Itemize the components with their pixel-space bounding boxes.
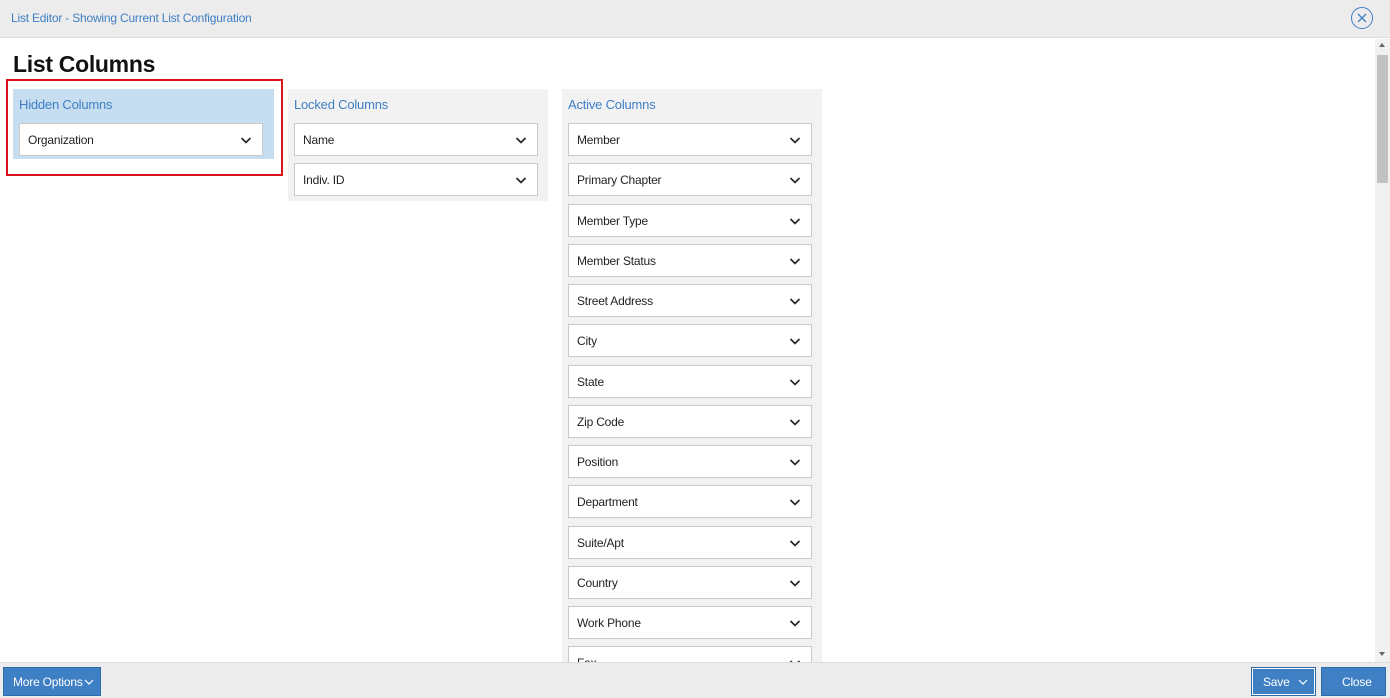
column-item[interactable]: Zip Code <box>568 404 812 438</box>
column-item[interactable]: Primary Chapter <box>568 163 812 197</box>
main-content: List Columns Hidden Columns Organization… <box>0 39 1375 662</box>
column-item-label: Department <box>577 495 638 510</box>
column-item[interactable]: Work Phone <box>568 606 812 639</box>
chevron-down-icon[interactable] <box>788 214 802 228</box>
chevron-down-icon <box>84 679 94 685</box>
column-item-label: Zip Code <box>577 414 625 429</box>
column-item[interactable]: Fax <box>568 646 812 662</box>
column-item-label: Member <box>577 133 620 147</box>
column-item[interactable]: Member Status <box>568 243 812 277</box>
chevron-down-icon[interactable] <box>514 133 528 147</box>
close-circle-icon[interactable] <box>1351 7 1373 29</box>
chevron-down-icon[interactable] <box>788 576 802 590</box>
column-item[interactable]: Street Address <box>568 284 812 317</box>
column-item-label: City <box>577 334 597 349</box>
save-button[interactable]: Save <box>1251 667 1316 696</box>
column-item-label: Suite/Apt <box>577 535 624 550</box>
column-item[interactable]: Position <box>568 445 812 478</box>
chevron-down-icon[interactable] <box>788 254 802 268</box>
chevron-down-icon[interactable] <box>788 173 802 187</box>
active-columns-panel: Active Columns Member Primary Chapter Memb… <box>562 89 822 662</box>
column-item[interactable]: Department <box>568 485 812 519</box>
column-item-label: Primary Chapter <box>577 173 662 188</box>
column-item[interactable]: Member Type <box>568 203 812 237</box>
column-item-label: Street Address <box>577 294 653 308</box>
chevron-down-icon[interactable] <box>514 173 528 187</box>
chevron-down-icon[interactable] <box>788 375 802 389</box>
column-item-label: Member Type <box>577 213 648 228</box>
chevron-down-icon[interactable] <box>788 334 802 348</box>
column-item-label: Country <box>577 575 618 590</box>
column-item[interactable]: Member <box>568 123 812 156</box>
scroll-thumb[interactable] <box>1377 55 1388 183</box>
column-item[interactable]: Organization <box>19 123 263 156</box>
close-label: Close <box>1342 675 1372 689</box>
locked-columns-header: Locked Columns <box>294 97 389 112</box>
column-item-label: Organization <box>28 133 94 147</box>
save-label: Save <box>1263 675 1290 689</box>
footer-bar: More Options Save Close <box>0 662 1390 698</box>
column-item-label: Indiv. ID <box>303 173 345 187</box>
column-item-label: State <box>577 374 605 389</box>
column-item[interactable]: Country <box>568 565 812 599</box>
hidden-columns-panel: Hidden Columns Organization <box>13 89 274 159</box>
active-columns-header: Active Columns <box>568 97 656 112</box>
chevron-down-icon[interactable] <box>788 294 802 308</box>
column-item-label: Work Phone <box>577 616 641 630</box>
vertical-scrollbar[interactable] <box>1375 39 1390 662</box>
scroll-up-arrow-icon[interactable] <box>1379 43 1385 47</box>
close-button[interactable]: Close <box>1321 667 1386 696</box>
column-item[interactable]: Suite/Apt <box>568 525 812 559</box>
more-options-button[interactable]: More Options <box>3 667 101 696</box>
page-title: List Columns <box>13 51 156 77</box>
chevron-down-icon[interactable] <box>239 133 253 147</box>
chevron-down-icon[interactable] <box>788 133 802 147</box>
column-item-label: Member Status <box>577 253 656 268</box>
chevron-down-icon[interactable] <box>788 536 802 550</box>
chevron-down-icon[interactable] <box>788 455 802 469</box>
window-title: List Editor - Showing Current List Confi… <box>11 11 252 25</box>
column-item[interactable]: City <box>568 324 812 358</box>
hidden-columns-header: Hidden Columns <box>19 97 113 112</box>
column-item[interactable]: Indiv. ID <box>294 163 538 196</box>
chevron-down-icon[interactable] <box>788 616 802 630</box>
more-options-label: More Options <box>13 675 83 689</box>
column-item-label: Name <box>303 133 335 147</box>
chevron-down-icon[interactable] <box>788 415 802 429</box>
window-titlebar: List Editor - Showing Current List Confi… <box>0 0 1390 38</box>
chevron-down-icon[interactable] <box>788 495 802 509</box>
chevron-down-icon <box>1298 679 1308 685</box>
locked-columns-panel: Locked Columns Name Indiv. ID <box>288 89 548 201</box>
column-item-label: Position <box>577 455 619 469</box>
scroll-down-arrow-icon[interactable] <box>1379 652 1385 656</box>
column-item[interactable]: State <box>568 364 812 398</box>
column-item[interactable]: Name <box>294 123 538 156</box>
